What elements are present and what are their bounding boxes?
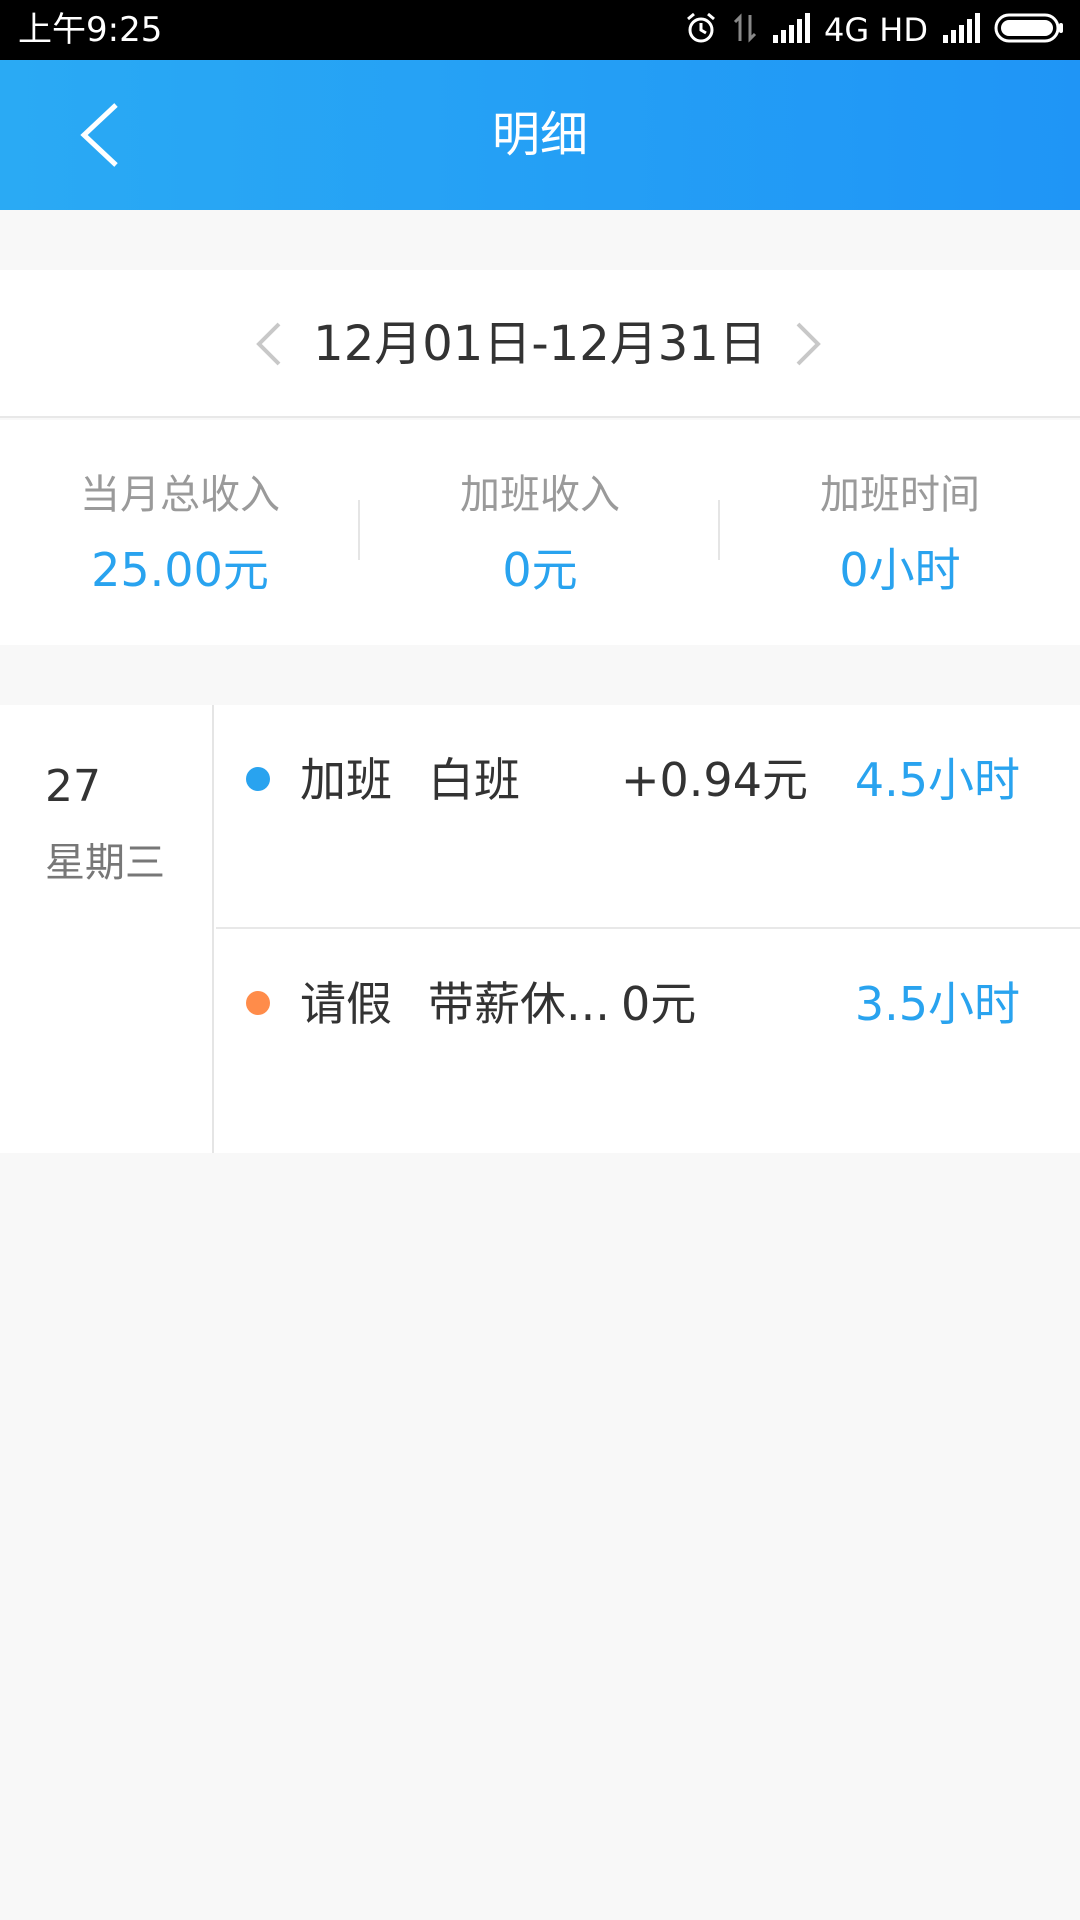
record-type: 加班 — [300, 753, 392, 807]
date-range-navigator: 12月01日-12月31日 — [0, 270, 1080, 418]
day-weekday: 星期三 — [45, 840, 165, 886]
leave-dot-icon — [246, 991, 270, 1015]
status-icons: 4G HD — [670, 10, 1064, 50]
day-record-card: 27 星期三 加班 白班 +0.94元 4.5小时 请假 带薪休... 0元 3… — [0, 705, 1080, 1153]
day-date: 27 星期三 — [0, 705, 214, 1153]
summary-overtime-hours: 加班时间 0小时 — [720, 420, 1080, 645]
monthly-summary: 当月总收入 25.00元 加班收入 0元 加班时间 0小时 — [0, 420, 1080, 645]
signal-icon — [942, 13, 980, 47]
summary-label: 当月总收入 — [80, 472, 280, 518]
day-number: 27 — [45, 761, 101, 812]
date-range-label: 12月01日-12月31日 — [313, 316, 767, 372]
record-item-leave[interactable]: 请假 带薪休... 0元 3.5小时 — [216, 929, 1080, 1153]
record-type: 请假 — [300, 977, 392, 1031]
network-type: 4G HD — [823, 11, 928, 49]
record-hours: 3.5小时 — [854, 977, 1020, 1031]
overtime-dot-icon — [246, 767, 270, 791]
summary-label: 加班时间 — [820, 472, 980, 518]
page-title: 明细 — [491, 107, 588, 163]
record-subtype: 带薪休... — [428, 977, 610, 1031]
battery-icon — [994, 12, 1064, 48]
chevron-left-icon — [256, 322, 281, 366]
record-hours: 4.5小时 — [854, 753, 1020, 807]
record-amount: 0元 — [621, 977, 697, 1031]
summary-total-income: 当月总收入 25.00元 — [0, 420, 360, 645]
record-item-overtime[interactable]: 加班 白班 +0.94元 4.5小时 — [216, 705, 1080, 929]
summary-label: 加班收入 — [460, 472, 620, 518]
record-subtype: 白班 — [428, 753, 520, 807]
summary-value: 0元 — [502, 543, 578, 597]
summary-overtime-income: 加班收入 0元 — [360, 420, 720, 645]
previous-month-button[interactable] — [245, 314, 295, 374]
summary-value: 25.00元 — [91, 543, 269, 597]
chevron-right-icon — [796, 322, 821, 366]
next-month-button[interactable] — [782, 314, 832, 374]
status-time: 上午9:25 — [18, 10, 163, 50]
summary-value: 0小时 — [839, 543, 961, 597]
record-amount: +0.94元 — [621, 753, 808, 807]
status-bar: 上午9:25 4G HD — [0, 0, 1080, 60]
signal-icon — [772, 13, 810, 47]
app-bar: 明细 — [0, 60, 1080, 210]
alarm-icon — [684, 11, 718, 49]
data-transfer-icon — [732, 11, 758, 49]
